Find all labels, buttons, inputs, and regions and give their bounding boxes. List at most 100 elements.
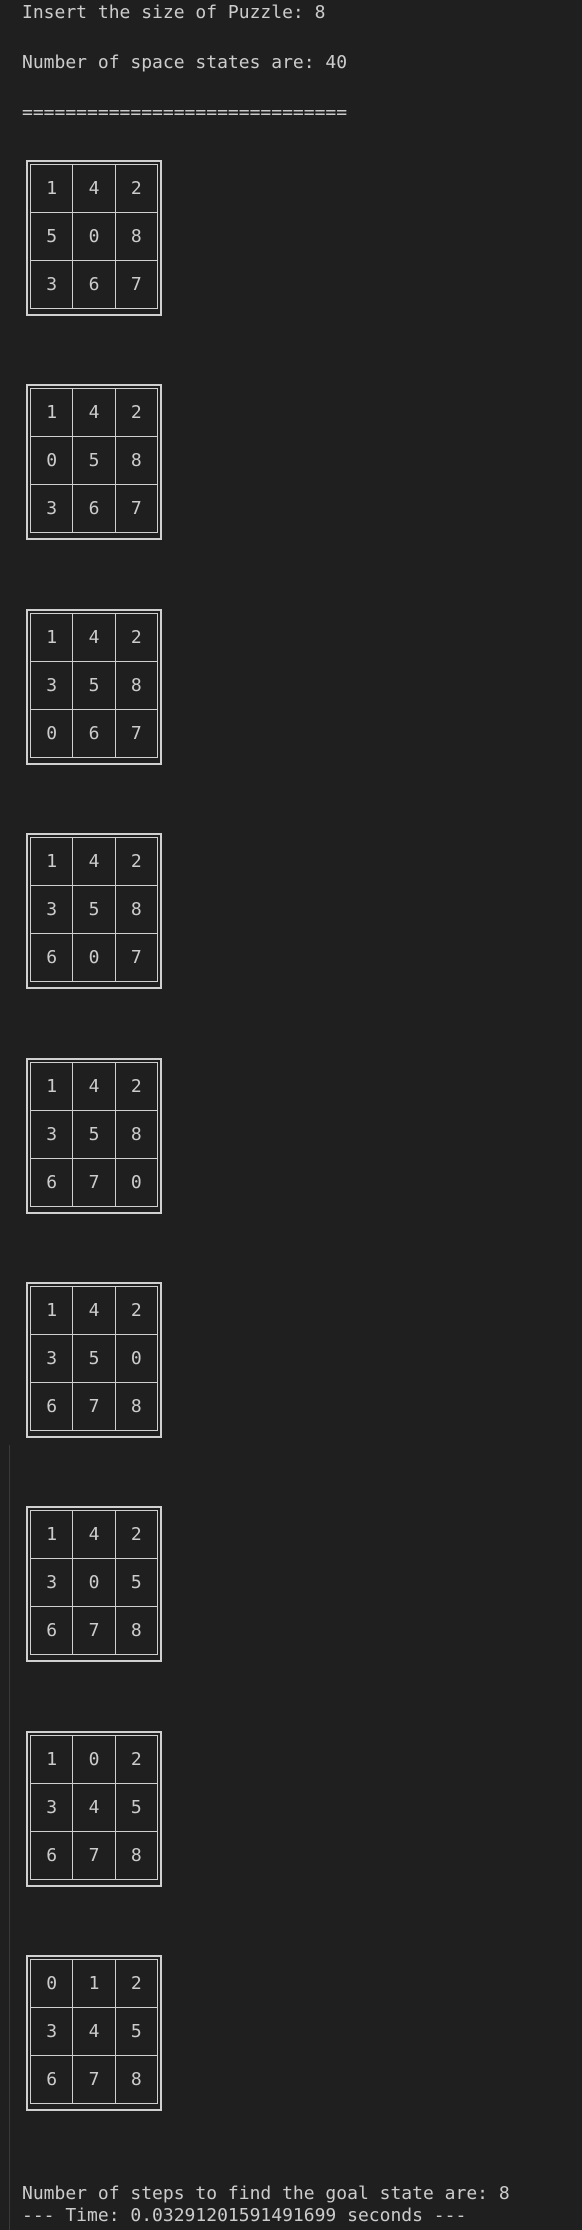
puzzle-cell: 1 — [72, 1959, 116, 2008]
puzzle-row: 142 — [29, 388, 159, 437]
puzzle-row: 508 — [29, 212, 159, 261]
puzzle-cell: 8 — [114, 212, 159, 261]
time-line: --- Time: 0.03291201591491699 seconds --… — [22, 2205, 467, 2226]
puzzle-cell: 1 — [29, 164, 74, 213]
puzzle-cell: 5 — [72, 436, 116, 485]
puzzle-cell: 5 — [72, 885, 116, 934]
puzzle-cell: 6 — [29, 1158, 74, 1207]
puzzle-row: 367 — [29, 484, 159, 533]
puzzle-cell: 5 — [114, 1783, 159, 1832]
puzzle-cell: 4 — [72, 1783, 116, 1832]
puzzle-row: 305 — [29, 1558, 159, 1607]
puzzle-cell: 6 — [29, 1382, 74, 1431]
puzzle-cell: 7 — [72, 1382, 116, 1431]
puzzle-cell: 0 — [72, 1558, 116, 1607]
puzzle-grid: 142508367 — [29, 164, 159, 309]
puzzle-cell: 0 — [114, 1158, 159, 1207]
puzzle-cell: 1 — [29, 1062, 74, 1111]
prompt-line: Insert the size of Puzzle: 8 — [22, 2, 326, 23]
puzzle-cell: 0 — [72, 933, 116, 982]
puzzle-state-4: 142358607 — [26, 833, 162, 989]
puzzle-state-3: 142358067 — [26, 609, 162, 765]
puzzle-cell: 2 — [114, 1062, 159, 1111]
puzzle-cell: 5 — [114, 2007, 159, 2056]
puzzle-state-1: 142508367 — [26, 160, 162, 316]
puzzle-row: 678 — [29, 1831, 159, 1880]
puzzle-cell: 3 — [29, 1783, 74, 1832]
puzzle-cell: 3 — [29, 260, 74, 309]
puzzle-state-6: 142350678 — [26, 1282, 162, 1438]
puzzle-cell: 6 — [72, 484, 116, 533]
puzzle-grid: 142058367 — [29, 388, 159, 533]
puzzle-state-9: 012345678 — [26, 1955, 162, 2111]
puzzle-cell: 3 — [29, 1110, 74, 1159]
puzzle-row: 345 — [29, 2007, 159, 2056]
puzzle-cell: 8 — [114, 1606, 159, 1655]
puzzle-cell: 2 — [114, 1286, 159, 1335]
puzzle-grid: 142358067 — [29, 613, 159, 758]
puzzle-row: 058 — [29, 436, 159, 485]
puzzle-cell: 4 — [72, 1286, 116, 1335]
puzzle-row: 358 — [29, 1110, 159, 1159]
puzzle-cell: 5 — [72, 1334, 116, 1383]
puzzle-cell: 7 — [72, 1606, 116, 1655]
puzzle-cell: 4 — [72, 164, 116, 213]
puzzle-cell: 2 — [114, 388, 159, 437]
puzzle-row: 678 — [29, 2055, 159, 2104]
puzzle-row: 367 — [29, 260, 159, 309]
puzzle-cell: 4 — [72, 837, 116, 886]
puzzle-cell: 8 — [114, 436, 159, 485]
puzzle-cell: 5 — [29, 212, 74, 261]
puzzle-row: 678 — [29, 1382, 159, 1431]
terminal-output[interactable]: Insert the size of Puzzle: 8 Number of s… — [0, 0, 582, 2230]
puzzle-state-2: 142058367 — [26, 384, 162, 540]
puzzle-cell: 3 — [29, 885, 74, 934]
puzzle-cell: 1 — [29, 1735, 74, 1784]
puzzle-grid: 142350678 — [29, 1286, 159, 1431]
puzzle-cell: 8 — [114, 885, 159, 934]
puzzle-cell: 5 — [72, 661, 116, 710]
puzzle-cell: 7 — [72, 1158, 116, 1207]
puzzle-cell: 2 — [114, 1510, 159, 1559]
puzzle-row: 358 — [29, 885, 159, 934]
puzzle-grid: 012345678 — [29, 1959, 159, 2104]
puzzle-row: 142 — [29, 1062, 159, 1111]
puzzle-row: 350 — [29, 1334, 159, 1383]
puzzle-cell: 2 — [114, 1959, 159, 2008]
puzzle-cell: 8 — [114, 1110, 159, 1159]
puzzle-cell: 7 — [114, 709, 159, 758]
puzzle-cell: 0 — [29, 436, 74, 485]
puzzle-cell: 3 — [29, 484, 74, 533]
puzzle-cell: 4 — [72, 388, 116, 437]
puzzle-cell: 4 — [72, 1062, 116, 1111]
puzzle-cell: 0 — [29, 1959, 74, 2008]
puzzle-grid: 142358607 — [29, 837, 159, 982]
puzzle-state-5: 142358670 — [26, 1058, 162, 1214]
puzzle-row: 607 — [29, 933, 159, 982]
puzzle-cell: 4 — [72, 2007, 116, 2056]
puzzle-cell: 5 — [114, 1558, 159, 1607]
puzzle-cell: 1 — [29, 388, 74, 437]
space-states-line: Number of space states are: 40 — [22, 52, 348, 73]
puzzle-row: 012 — [29, 1959, 159, 2008]
puzzle-state-8: 102345678 — [26, 1731, 162, 1887]
puzzle-state-7: 142305678 — [26, 1506, 162, 1662]
puzzle-cell: 7 — [114, 260, 159, 309]
puzzle-cell: 8 — [114, 1831, 159, 1880]
puzzle-cell: 3 — [29, 1334, 74, 1383]
puzzle-cell: 6 — [72, 709, 116, 758]
puzzle-row: 142 — [29, 1286, 159, 1335]
puzzle-cell: 8 — [114, 2055, 159, 2104]
puzzle-cell: 7 — [114, 484, 159, 533]
puzzle-cell: 0 — [114, 1334, 159, 1383]
puzzle-cell: 6 — [72, 260, 116, 309]
puzzle-row: 345 — [29, 1783, 159, 1832]
gutter-divider — [9, 1445, 10, 2230]
puzzle-row: 670 — [29, 1158, 159, 1207]
puzzle-cell: 4 — [72, 613, 116, 662]
puzzle-cell: 3 — [29, 1558, 74, 1607]
puzzle-cell: 7 — [72, 2055, 116, 2104]
puzzle-grid: 102345678 — [29, 1735, 159, 1880]
puzzle-row: 358 — [29, 661, 159, 710]
puzzle-cell: 0 — [72, 1735, 116, 1784]
